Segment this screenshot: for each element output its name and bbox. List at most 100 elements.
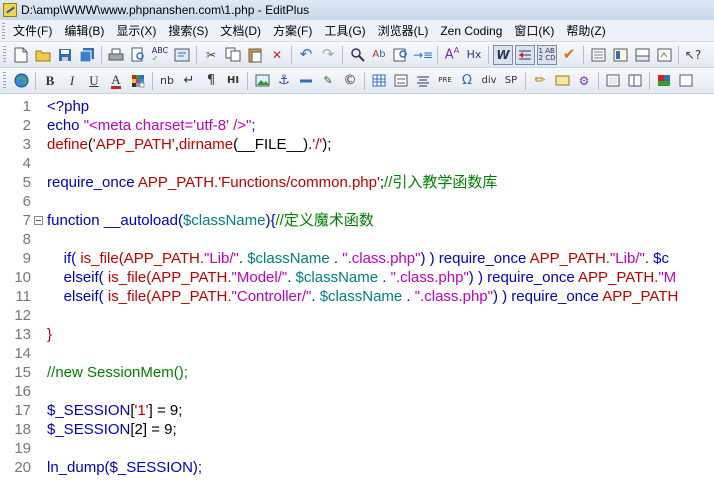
code-line[interactable]: 1 <?php xyxy=(0,97,714,116)
image-icon[interactable] xyxy=(252,71,272,91)
goto-line-icon[interactable]: →≡ xyxy=(413,45,433,65)
replace-icon[interactable]: Ab xyxy=(369,45,389,65)
code-token: require_once xyxy=(47,174,138,191)
globe-icon[interactable] xyxy=(11,71,31,91)
open-folder-icon[interactable] xyxy=(33,45,53,65)
pre-button[interactable]: PRE xyxy=(435,71,455,91)
code-line[interactable]: 10 elseif( is_file(APP_PATH."Model/". $c… xyxy=(0,268,714,287)
underline-button[interactable]: U xyxy=(84,71,104,91)
css-style-icon[interactable] xyxy=(552,71,572,91)
edit-pencil-icon[interactable]: ✏ xyxy=(530,71,550,91)
heading-button[interactable]: HI xyxy=(223,71,243,91)
color-grid-icon[interactable] xyxy=(128,71,148,91)
output-window-icon[interactable] xyxy=(632,45,652,65)
code-line[interactable]: 19 xyxy=(0,439,714,458)
undo-icon[interactable]: ↶ xyxy=(296,45,316,65)
toolbar-separator xyxy=(525,71,526,90)
copyright-icon[interactable]: © xyxy=(340,71,360,91)
new-file-icon[interactable] xyxy=(11,45,31,65)
horizontal-rule-icon[interactable] xyxy=(296,71,316,91)
code-line[interactable]: 12 xyxy=(0,306,714,325)
line-number-toggle-icon[interactable] xyxy=(515,44,535,65)
code-line[interactable]: 3 define('APP_PATH',dirname(__FILE__).'/'… xyxy=(0,135,714,154)
code-editor[interactable]: 1 <?php 2 echo "<meta charset='utf-8' />"; 3… xyxy=(0,94,714,483)
directory-window-icon[interactable] xyxy=(610,45,630,65)
column-ruler-toggle-icon[interactable]: 1 AB 2 CD xyxy=(537,44,557,65)
form-icon[interactable] xyxy=(391,71,411,91)
print-preview-icon[interactable] xyxy=(128,45,148,65)
more-icon[interactable] xyxy=(676,71,696,91)
checkmark-icon[interactable]: ✔ xyxy=(559,45,579,65)
print-icon[interactable] xyxy=(106,45,126,65)
nbsp-button[interactable]: nb xyxy=(157,71,177,91)
delete-icon[interactable]: ✕ xyxy=(267,45,287,65)
layout-box-icon[interactable] xyxy=(603,71,623,91)
code-line[interactable]: 4 xyxy=(0,154,714,173)
menu-window[interactable]: 窗口(K) xyxy=(508,22,560,40)
code-token: [2] = 9; xyxy=(130,421,177,438)
code-line[interactable]: 16 xyxy=(0,382,714,401)
paste-icon[interactable] xyxy=(245,45,265,65)
bold-button[interactable]: B xyxy=(40,71,60,91)
save-icon[interactable] xyxy=(55,45,75,65)
code-line[interactable]: 5 require_once APP_PATH.'Functions/common… xyxy=(0,173,714,192)
code-line[interactable]: 13} xyxy=(0,325,714,344)
paragraph-icon[interactable]: ¶ xyxy=(201,71,221,91)
help-pointer-icon[interactable]: ↖? xyxy=(683,45,703,65)
line-number: 4 xyxy=(22,155,31,172)
italic-button[interactable]: I xyxy=(62,71,82,91)
code-line[interactable]: 8 xyxy=(0,230,714,249)
fold-collapse-icon[interactable] xyxy=(34,216,43,225)
document-list-icon[interactable] xyxy=(588,45,608,65)
cut-icon[interactable]: ✂ xyxy=(201,45,221,65)
heading-hx-icon[interactable]: Hx xyxy=(464,45,484,65)
find-in-files-icon[interactable] xyxy=(391,45,411,65)
menu-help[interactable]: 帮助(Z) xyxy=(560,22,611,40)
div-button[interactable]: div xyxy=(479,71,499,91)
code-line[interactable]: 6 xyxy=(0,192,714,211)
code-text: //new SessionMem(); xyxy=(47,363,188,382)
comment-icon[interactable]: ✎ xyxy=(318,71,338,91)
menu-zen-coding[interactable]: Zen Coding xyxy=(434,22,508,40)
browser-preview-icon[interactable] xyxy=(654,45,674,65)
line-break-icon[interactable]: ↵ xyxy=(179,71,199,91)
code-line[interactable]: 11 elseif( is_file(APP_PATH."Controller/… xyxy=(0,287,714,306)
wordwrap-icon[interactable] xyxy=(172,45,192,65)
save-all-icon[interactable] xyxy=(77,45,97,65)
copy-icon[interactable] xyxy=(223,45,243,65)
code-line[interactable]: 2 echo "<meta charset='utf-8' />"; xyxy=(0,116,714,135)
code-token: ] = 9; xyxy=(148,402,183,419)
anchor-icon[interactable]: ⚓ xyxy=(274,71,294,91)
table-icon[interactable] xyxy=(369,71,389,91)
code-line[interactable]: 17 $_SESSION['1'] = 9; xyxy=(0,401,714,420)
find-icon[interactable] xyxy=(347,45,367,65)
menu-document[interactable]: 文档(D) xyxy=(214,22,267,40)
spell-check-icon[interactable]: ABC ✓ xyxy=(150,45,170,65)
menu-file[interactable]: 文件(F) xyxy=(7,22,58,40)
word-wrap-toggle-icon[interactable]: W xyxy=(493,44,513,65)
code-line[interactable]: 20 ln_dump($_SESSION); xyxy=(0,458,714,477)
line-number: 19 xyxy=(14,440,31,457)
code-token: APP_PATH. xyxy=(137,174,219,191)
code-line[interactable]: 15 //new SessionMem(); xyxy=(0,363,714,382)
menu-project[interactable]: 方案(F) xyxy=(267,22,318,40)
code-token: $className xyxy=(247,250,330,267)
menu-edit[interactable]: 编辑(B) xyxy=(58,22,110,40)
font-size-icon[interactable]: AA xyxy=(442,45,462,65)
align-center-icon[interactable] xyxy=(413,71,433,91)
frame-icon[interactable] xyxy=(625,71,645,91)
code-line[interactable]: 18 $_SESSION[2] = 9; xyxy=(0,420,714,439)
font-color-button[interactable]: A xyxy=(106,71,126,91)
span-button[interactable]: SP xyxy=(501,71,521,91)
script-icon[interactable]: ⚙ xyxy=(574,71,594,91)
menu-search[interactable]: 搜索(S) xyxy=(162,22,214,40)
menu-tools[interactable]: 工具(G) xyxy=(318,22,371,40)
symbol-icon[interactable]: Ω xyxy=(457,71,477,91)
code-line[interactable]: 14 xyxy=(0,344,714,363)
code-line[interactable]: 7 function __autoload($className){//定义魔术函… xyxy=(0,211,714,230)
color-palette-icon[interactable] xyxy=(654,71,674,91)
menu-browser[interactable]: 浏览器(L) xyxy=(372,22,435,40)
redo-icon[interactable]: ↷ xyxy=(318,45,338,65)
code-line[interactable]: 9 if( is_file(APP_PATH."Lib/". $classNam… xyxy=(0,249,714,268)
menu-view[interactable]: 显示(X) xyxy=(110,22,162,40)
